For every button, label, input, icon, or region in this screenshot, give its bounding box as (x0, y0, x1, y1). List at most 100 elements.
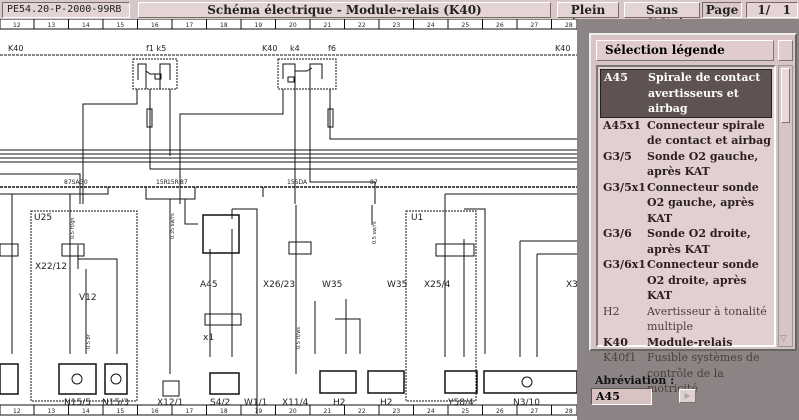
abbreviation-label: Abréviation : (595, 374, 675, 387)
component-label: U1 (411, 213, 423, 223)
ruler-label: 27 (531, 408, 539, 415)
ruler-label: 24 (427, 408, 435, 415)
component-label: X3 (566, 280, 577, 290)
ruler-label: 15 (117, 22, 125, 29)
document-id: PE54.20-P-2000-99RB (2, 2, 130, 18)
ruler-label: 25 (462, 22, 470, 29)
ruler-label: 12 (13, 408, 21, 415)
component-label: X11/4 (282, 398, 309, 408)
legend-item[interactable]: G3/5x1 Connecteur sonde O2 gauche, après … (600, 180, 772, 227)
legend-item[interactable]: G3/5 Sonde O2 gauche, après KAT (600, 149, 772, 180)
wire-label: 0.5 br (86, 333, 92, 349)
legend-abbr: G3/5 (603, 149, 632, 163)
ruler-label: 13 (48, 408, 56, 415)
ruler-label: 17 (186, 22, 194, 29)
legend-desc: Avertisseur à tonalité multiple (647, 304, 767, 334)
component-label: W35 (322, 280, 342, 290)
ruler-label: 19 (255, 408, 263, 415)
component-label: W35 (387, 280, 407, 290)
legend-desc: Connecteur sonde O2 gauche, après KAT (647, 180, 759, 225)
ruler-label: 23 (393, 22, 401, 29)
legend-header: Sélection légende (596, 40, 774, 61)
legend-scrollbar[interactable]: ▽ (778, 65, 793, 347)
wire-label: 0.5 sw/rs (372, 221, 378, 244)
legend-item[interactable]: G3/6 Sonde O2 droite, après KAT (600, 226, 772, 257)
legend-abbr: K40 (603, 335, 628, 349)
wiring-diagram[interactable]: 12 13 14 15 16 17 18 19 20 21 22 23 24 25 26 27 28 12 13 1… (0, 19, 577, 420)
ruler-label: 27 (531, 22, 539, 29)
legend-desc: Spirale de contact avertisseurs et airba… (648, 71, 761, 115)
legend-item[interactable]: A45 Spirale de contact avertisseurs et ai… (600, 69, 772, 118)
component-label: V12 (79, 293, 97, 303)
legend-panel: Sélection légende A45 Spirale de contact … (577, 19, 799, 420)
legend-header-button[interactable] (778, 40, 793, 61)
legend-item[interactable]: H2 Avertisseur à tonalité multiple (600, 304, 772, 335)
label-k4: k4 (290, 44, 300, 53)
ruler-label: 13 (48, 22, 56, 29)
ruler-label: 17 (186, 408, 194, 415)
ruler-label: 12 (13, 22, 21, 29)
ruler-label: 26 (496, 22, 504, 29)
component-label: X12/1 (157, 398, 183, 408)
component-label: X25/4 (424, 280, 451, 290)
ruler-label: 26 (496, 408, 504, 415)
label-f6: f6 (328, 44, 336, 53)
component-label: S4/2 (210, 398, 230, 408)
legend-item[interactable]: K40 Module-relais (600, 335, 772, 351)
ruler-label: 22 (358, 22, 366, 29)
page-label: Page : (702, 2, 742, 31)
legend-list[interactable]: A45 Spirale de contact avertisseurs et ai… (596, 65, 776, 395)
legend-desc: Module-relais (647, 335, 733, 349)
legend-desc: Connecteur spirale de contact et airbag (647, 118, 771, 148)
ruler-label: 25 (462, 408, 470, 415)
legend-abbr: A45 (604, 71, 628, 84)
ruler-label: 28 (565, 22, 573, 29)
legend-desc: Sonde O2 droite, après KAT (647, 227, 751, 256)
terminal-label: 87 (180, 179, 188, 186)
go-button[interactable]: ▶ (679, 389, 696, 403)
ruler-label: 16 (151, 408, 159, 415)
scroll-down-icon[interactable]: ▽ (780, 334, 787, 344)
toolbar: PE54.20-P-2000-99RB Schéma électrique - … (0, 0, 799, 31)
ruler-label: 15 (117, 408, 125, 415)
terminal-label: 87 (370, 179, 378, 186)
ruler-label: 22 (358, 408, 366, 415)
legend-abbr: H2 (603, 304, 620, 318)
ruler-label: 14 (82, 408, 90, 415)
wire-label: 0.5 rt/gn (70, 217, 76, 239)
component-label: N3/10 (513, 398, 540, 408)
ruler-top: 12 13 14 15 16 17 18 19 20 21 22 23 24 25 26 27 28 (0, 19, 577, 30)
ruler-label: 23 (393, 408, 401, 415)
no-validity-button[interactable]: Sans validités (624, 2, 700, 31)
ruler-label: 18 (220, 22, 228, 29)
abbreviation-input[interactable]: A45 (591, 388, 652, 405)
legend-abbr: G3/5x1 (603, 180, 646, 194)
legend-item[interactable]: G3/6x1 Connecteur sonde O2 droite, après … (600, 257, 772, 304)
component-label: N15/3 (102, 398, 129, 408)
legend-desc: Connecteur sonde O2 droite, après KAT (647, 258, 759, 302)
component-label: N15/5 (64, 398, 91, 408)
ruler-label: 20 (289, 408, 297, 415)
wire-label: 0.5 rt/ws (296, 327, 302, 349)
legend-abbr: A45x1 (603, 118, 642, 132)
ruler-label: 24 (427, 22, 435, 29)
ruler-label: 19 (255, 22, 263, 29)
wire-label: 0.35 sw/rs (170, 213, 176, 239)
legend-item[interactable]: A45x1 Connecteur spirale de contact et ai… (600, 118, 772, 149)
label-f1-k5: f1 k5 (146, 44, 166, 53)
component-label: W1/1 (244, 398, 267, 408)
diagram-title: Schéma électrique - Module-relais (K40) (138, 2, 551, 18)
play-icon: ▶ (684, 391, 691, 400)
component-label: U25 (34, 213, 52, 223)
scrollbar-thumb[interactable] (781, 68, 790, 123)
legend-abbr: G3/6 (603, 227, 632, 240)
terminal-label: 30 (80, 179, 88, 186)
component-label: x1 (203, 333, 214, 343)
fullscreen-button[interactable]: Plein écran (557, 2, 619, 31)
terminal-label: 15SDA (287, 179, 308, 186)
legend-abbr: G3/6x1 (603, 258, 646, 271)
ruler-label: 18 (220, 408, 228, 415)
ruler-label: 28 (565, 408, 573, 415)
component-label: H2 (380, 398, 393, 408)
label-k40: K40 (555, 44, 570, 53)
